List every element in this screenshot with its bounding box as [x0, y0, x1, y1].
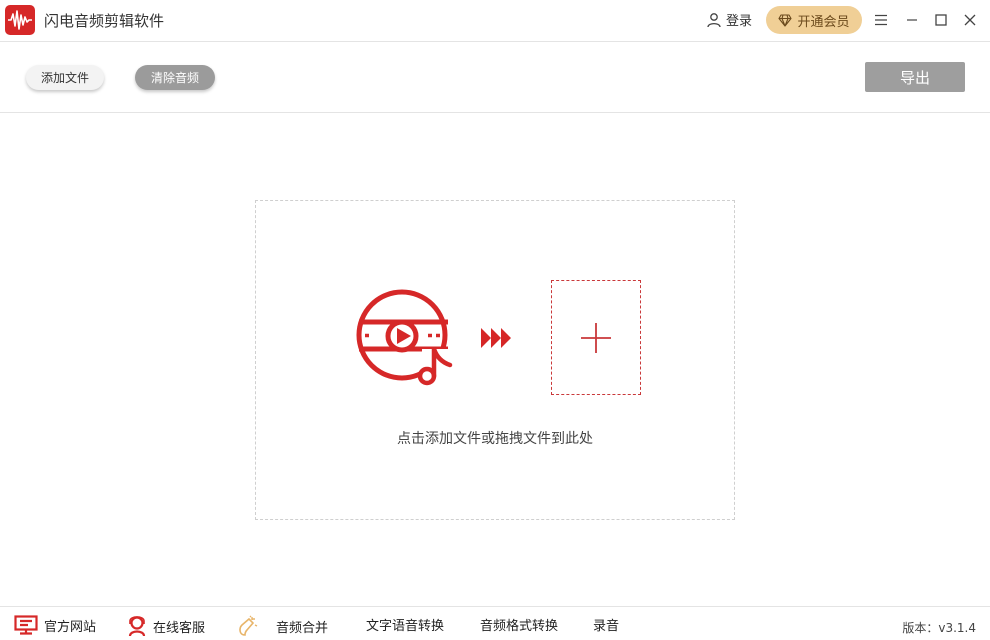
audio-merge-label: 音频合并: [276, 620, 329, 636]
close-button[interactable]: [958, 8, 982, 32]
hamburger-menu-icon: [875, 14, 887, 26]
version-label: 版本：v3.1.4: [902, 621, 976, 635]
file-drop-zone[interactable]: 点击添加文件或拖拽文件到此处: [255, 200, 735, 520]
audio-merge-link[interactable]: 音频合并: [236, 615, 328, 637]
menu-button[interactable]: [869, 8, 893, 32]
diamond-icon: [778, 13, 793, 27]
toolbar: 添加文件 清除音频 导出: [0, 42, 990, 113]
record-link[interactable]: 录音: [593, 615, 619, 634]
audio-video-media-icon: [356, 289, 453, 387]
monitor-icon: [14, 615, 38, 635]
sparkle-icon: [239, 615, 258, 636]
audio-format-convert-label: 音频格式转换: [480, 619, 559, 634]
text-to-speech-label: 文字语音转换: [366, 619, 445, 634]
clear-audio-button[interactable]: 清除音频: [135, 65, 215, 90]
bottom-bar: 官方网站 在线客服 音频合并 文字语音转换 音频格式转换 录音 版本：v3.1.…: [0, 606, 990, 640]
official-website-link[interactable]: 官方网站: [14, 615, 96, 635]
official-website-label: 官方网站: [44, 619, 97, 635]
close-icon: [964, 14, 976, 26]
vip-button[interactable]: 开通会员: [766, 6, 862, 34]
online-support-link[interactable]: 在线客服: [127, 615, 205, 637]
maximize-icon: [935, 14, 947, 26]
drop-hint-text: 点击添加文件或拖拽文件到此处: [397, 431, 593, 447]
maximize-button[interactable]: [929, 8, 953, 32]
audio-format-convert-link[interactable]: 音频格式转换: [480, 615, 558, 634]
vip-label: 开通会员: [797, 14, 850, 30]
title-bar: 闪电音频剪辑软件 登录 开通会员: [0, 0, 990, 42]
minimize-button[interactable]: [900, 8, 924, 32]
plus-icon: [581, 322, 611, 353]
app-title: 闪电音频剪辑软件: [44, 12, 165, 30]
login-button[interactable]: 登录: [706, 10, 752, 29]
record-label: 录音: [593, 619, 620, 634]
export-button[interactable]: 导出: [865, 62, 965, 92]
app-logo-icon: [5, 5, 35, 35]
add-file-plus-box[interactable]: [551, 280, 641, 395]
user-icon: [707, 12, 721, 27]
text-to-speech-link[interactable]: 文字语音转换: [366, 615, 444, 634]
add-file-button[interactable]: 添加文件: [26, 65, 104, 90]
login-label: 登录: [726, 14, 753, 29]
forward-arrows-icon: [481, 328, 511, 348]
online-support-label: 在线客服: [153, 620, 206, 636]
support-agent-icon: [128, 616, 146, 637]
minimize-icon: [907, 19, 917, 21]
